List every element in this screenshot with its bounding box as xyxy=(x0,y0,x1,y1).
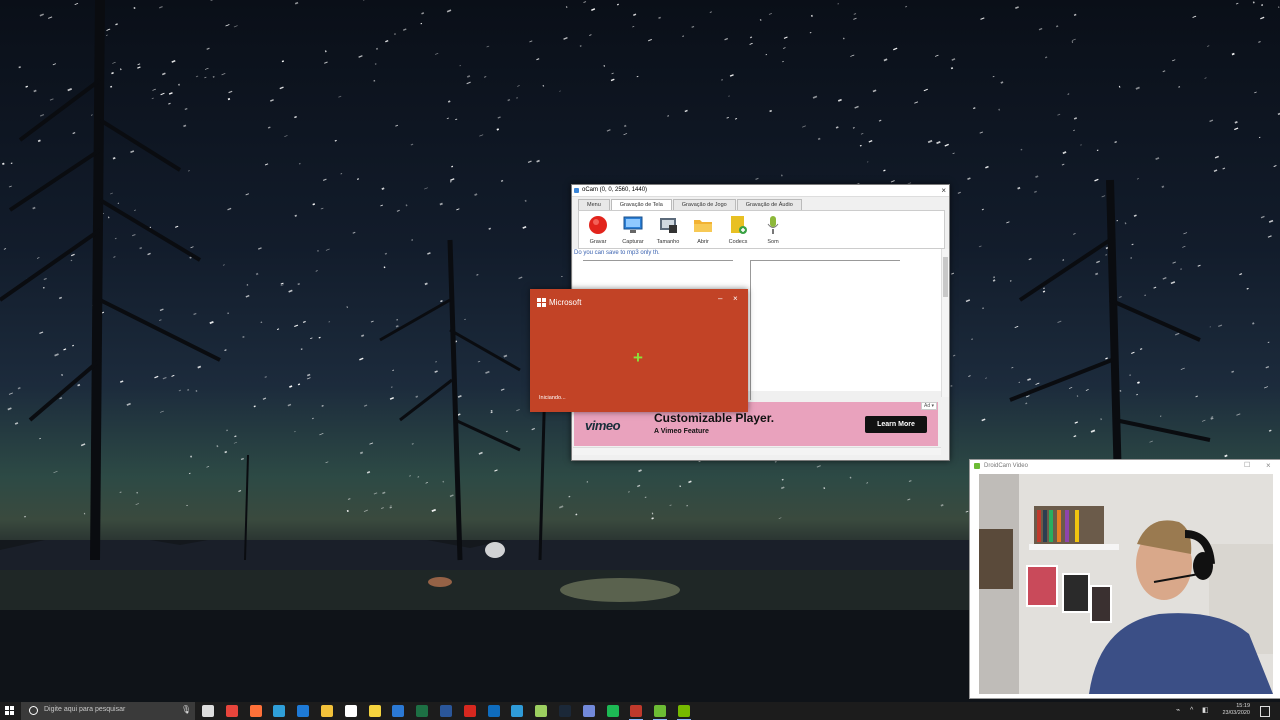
network-icon[interactable]: ⌁ xyxy=(1176,707,1183,714)
open-label: Abrir xyxy=(697,239,709,245)
ad-subtitle: A Vimeo Feature xyxy=(654,428,709,435)
droidcam-app-icon xyxy=(974,463,980,469)
ocam-pane-left xyxy=(583,260,733,261)
notifications-icon[interactable] xyxy=(1260,706,1270,717)
start-button[interactable] xyxy=(5,706,15,716)
excel-icon[interactable] xyxy=(416,705,428,717)
size-label: Tamanho xyxy=(656,239,680,245)
microphone-icon xyxy=(767,216,779,234)
ocam-message: Do you can save to mp3 only th. xyxy=(574,250,660,256)
ocam-icon[interactable] xyxy=(629,705,643,720)
search-placeholder: Digite aqui para pesquisar xyxy=(44,706,126,713)
volume-icon[interactable]: ◧ xyxy=(1202,707,1209,714)
ocam-pane-divider xyxy=(750,260,751,400)
droidcam-title: DroidCam Video xyxy=(984,463,1028,469)
ad-badge[interactable]: Ad ▾ xyxy=(920,402,937,410)
droidcam-titlebar[interactable]: DroidCam Video ☐ × xyxy=(970,460,1280,472)
sound-label: Som xyxy=(767,239,779,245)
windows-taskbar: Digite aqui para pesquisar 🎙 ⌁ ^ ◧ 15:19… xyxy=(0,702,1280,720)
firefox-icon[interactable] xyxy=(250,705,262,717)
capture-label: Capturar xyxy=(622,239,644,245)
splash-status: Iniciando... xyxy=(539,395,566,401)
ocam-app-icon xyxy=(574,188,579,193)
resize-icon xyxy=(660,218,677,233)
file-explorer-icon[interactable] xyxy=(321,705,333,717)
cortana-icon xyxy=(29,706,38,715)
steam-icon[interactable] xyxy=(559,705,571,717)
ocam-vertical-scrollbar[interactable] xyxy=(941,249,949,397)
notepad-icon[interactable] xyxy=(535,705,547,717)
app-blue-icon[interactable] xyxy=(511,705,523,717)
ocam-pane-right xyxy=(750,260,900,261)
ocam-horizontal-scrollbar[interactable] xyxy=(573,447,941,455)
ocam-toolbar: Gravar Capturar Tamanho Abrir Codecs Som xyxy=(578,210,945,249)
edge-chromium-icon[interactable] xyxy=(273,705,285,717)
droidcam-window[interactable]: DroidCam Video ☐ × xyxy=(969,459,1280,699)
ocam-tab-bar: Menu Gravação de Tela Gravação de Jogo G… xyxy=(578,199,803,211)
capture-button[interactable]: Capturar xyxy=(618,215,648,245)
store-icon[interactable] xyxy=(345,705,357,717)
folder-icon xyxy=(694,220,712,232)
record-label: Gravar xyxy=(589,239,607,245)
monitor-icon xyxy=(623,216,643,233)
record-button[interactable]: Gravar xyxy=(583,215,613,245)
word-icon[interactable] xyxy=(440,705,452,717)
splash-minimize-button[interactable]: – xyxy=(718,294,722,303)
vimeo-logo: vimeo xyxy=(585,418,621,433)
droidcam-close-button[interactable]: × xyxy=(1266,460,1271,472)
codecs-icon xyxy=(731,216,747,234)
clock[interactable]: 15:19 23/03/2020 xyxy=(1210,703,1250,717)
acrobat-icon[interactable] xyxy=(464,705,476,717)
ocam-close-button[interactable]: × xyxy=(941,185,946,196)
record-icon xyxy=(589,216,607,234)
splash-brand: Microsoft xyxy=(549,298,582,307)
clock-date: 23/03/2020 xyxy=(1222,710,1250,716)
codecs-label: Codecs xyxy=(728,239,748,245)
microsoft-splash-window[interactable]: Microsoft – × + Iniciando... xyxy=(530,289,748,412)
sticky-notes-icon[interactable] xyxy=(369,705,381,717)
loading-spinner-icon: + xyxy=(633,348,643,367)
task-view-icon[interactable] xyxy=(202,705,214,717)
splash-close-button[interactable]: × xyxy=(733,294,738,303)
droidcam-maximize-button[interactable]: ☐ xyxy=(1244,460,1250,472)
ad-title: Customizable Player. xyxy=(654,411,775,425)
discord-icon[interactable] xyxy=(583,705,595,717)
ocam-title: oCam (0, 0, 2560, 1440) xyxy=(582,187,648,193)
droidcam-icon[interactable] xyxy=(653,705,667,720)
chevron-up-icon[interactable]: ^ xyxy=(1190,707,1197,714)
sound-button[interactable]: Som xyxy=(758,215,788,245)
mail-icon[interactable] xyxy=(392,705,404,717)
system-tray: ⌁ ^ ◧ 15:19 23/03/2020 xyxy=(1170,702,1280,720)
spotify-icon[interactable] xyxy=(607,705,619,717)
taskbar-search-box[interactable]: Digite aqui para pesquisar 🎙 xyxy=(21,702,195,720)
chrome-icon[interactable] xyxy=(226,705,238,717)
size-button[interactable]: Tamanho xyxy=(653,215,683,245)
edge-icon[interactable] xyxy=(297,705,309,717)
ocam-titlebar[interactable]: oCam (0, 0, 2560, 1440) × xyxy=(572,185,949,197)
microphone-icon[interactable]: 🎙 xyxy=(181,705,191,714)
webcam-scene xyxy=(979,474,1273,694)
codecs-button[interactable]: Codecs xyxy=(723,215,753,245)
microsoft-logo-icon xyxy=(537,298,547,308)
scrollbar-thumb[interactable] xyxy=(943,257,948,297)
outlook-icon[interactable] xyxy=(488,705,500,717)
open-button[interactable]: Abrir xyxy=(688,215,718,245)
clock-time: 15:19 xyxy=(1236,703,1250,709)
nvidia-icon[interactable] xyxy=(677,705,691,720)
learn-more-button[interactable]: Learn More xyxy=(865,416,927,433)
webcam-video-feed xyxy=(979,474,1273,694)
